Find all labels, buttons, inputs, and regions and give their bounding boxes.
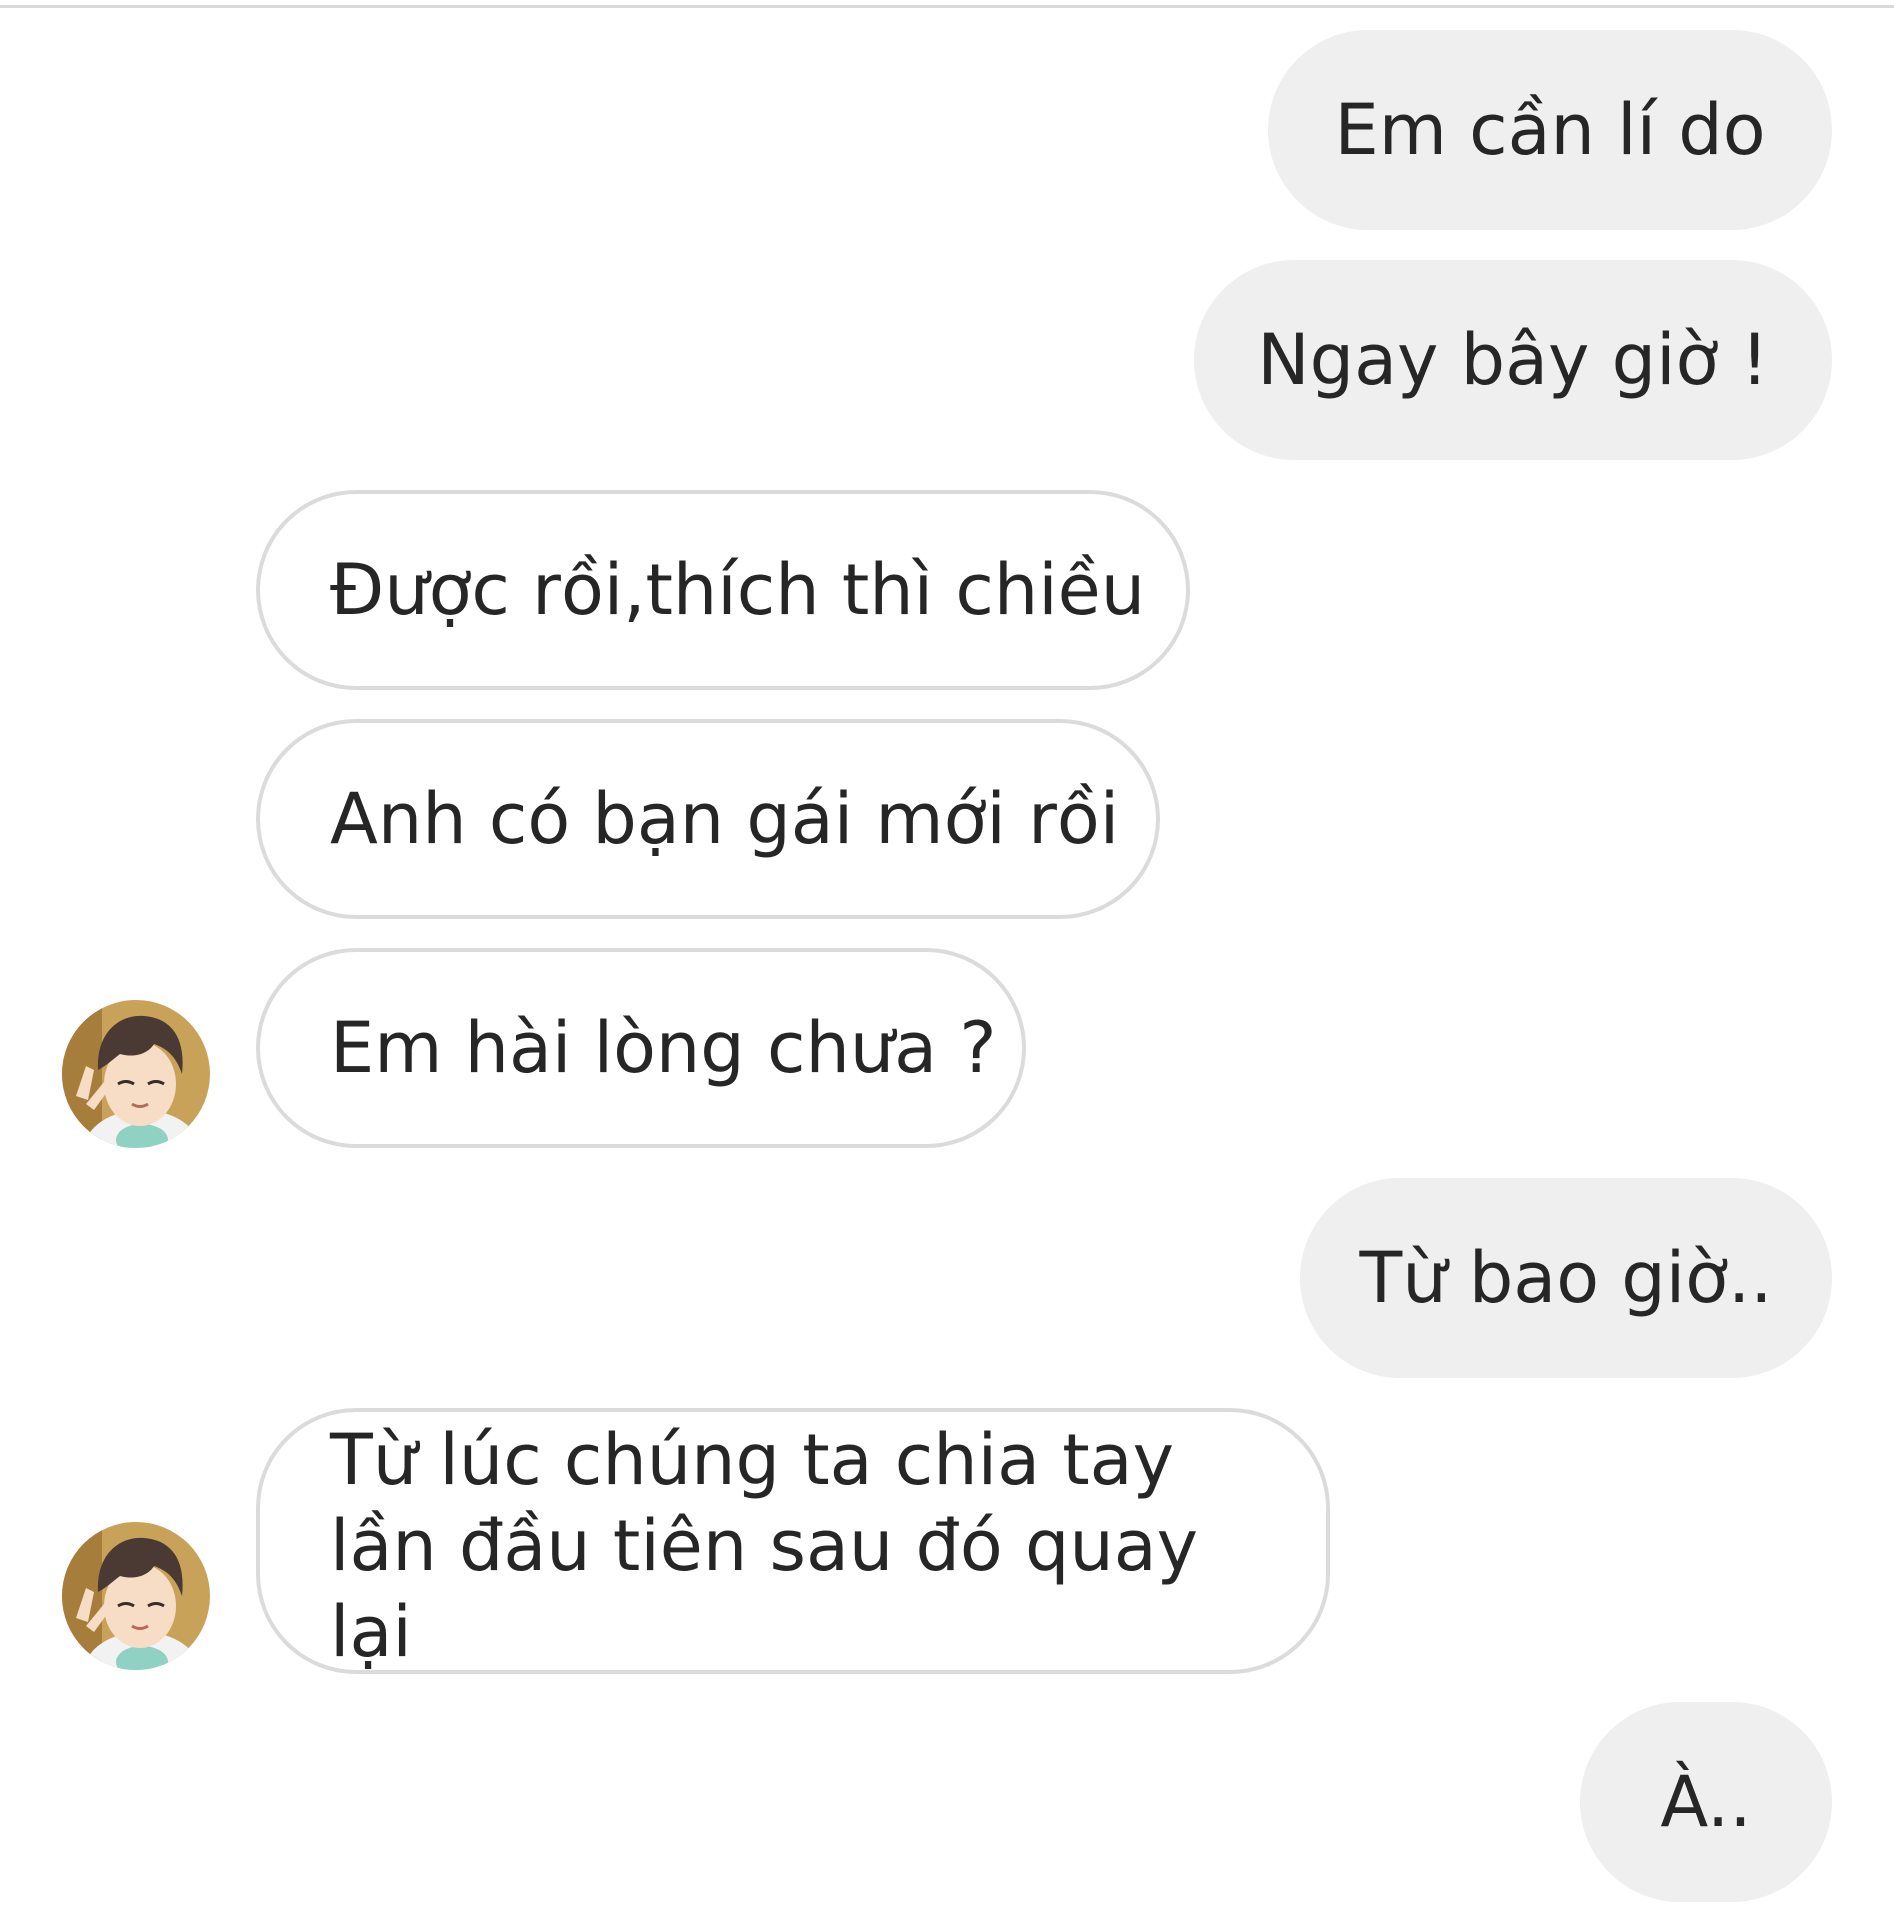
contact-avatar[interactable] [62, 1000, 210, 1148]
anime-boy-avatar-icon [62, 1522, 210, 1670]
message-text: À.. [1660, 1761, 1752, 1843]
sent-message[interactable]: À.. [1580, 1702, 1832, 1902]
message-thread[interactable]: Em cần lí do Ngay bây giờ ! Được rồi,thí… [0, 0, 1894, 1920]
received-message[interactable]: Từ lúc chúng ta chia tay lần đầu tiên sa… [256, 1408, 1330, 1674]
received-message[interactable]: Anh có bạn gái mới rồi [256, 719, 1160, 919]
message-text: Ngay bây giờ ! [1257, 319, 1769, 401]
message-text: Từ lúc chúng ta chia tay lần đầu tiên sa… [330, 1419, 1199, 1673]
sent-message[interactable]: Em cần lí do [1268, 30, 1832, 230]
message-text: Từ bao giờ.. [1359, 1237, 1773, 1319]
received-message[interactable]: Em hài lòng chưa ? [256, 948, 1026, 1148]
anime-boy-avatar-icon [62, 1000, 210, 1148]
message-text: Anh có bạn gái mới rồi [330, 778, 1120, 860]
message-text: Em hài lòng chưa ? [330, 1007, 997, 1089]
contact-avatar[interactable] [62, 1522, 210, 1670]
sent-message[interactable]: Từ bao giờ.. [1300, 1178, 1832, 1378]
message-text: Được rồi,thích thì chiều [330, 549, 1146, 631]
message-text: Em cần lí do [1334, 89, 1766, 171]
sent-message[interactable]: Ngay bây giờ ! [1194, 260, 1832, 460]
received-message[interactable]: Được rồi,thích thì chiều [256, 490, 1190, 690]
